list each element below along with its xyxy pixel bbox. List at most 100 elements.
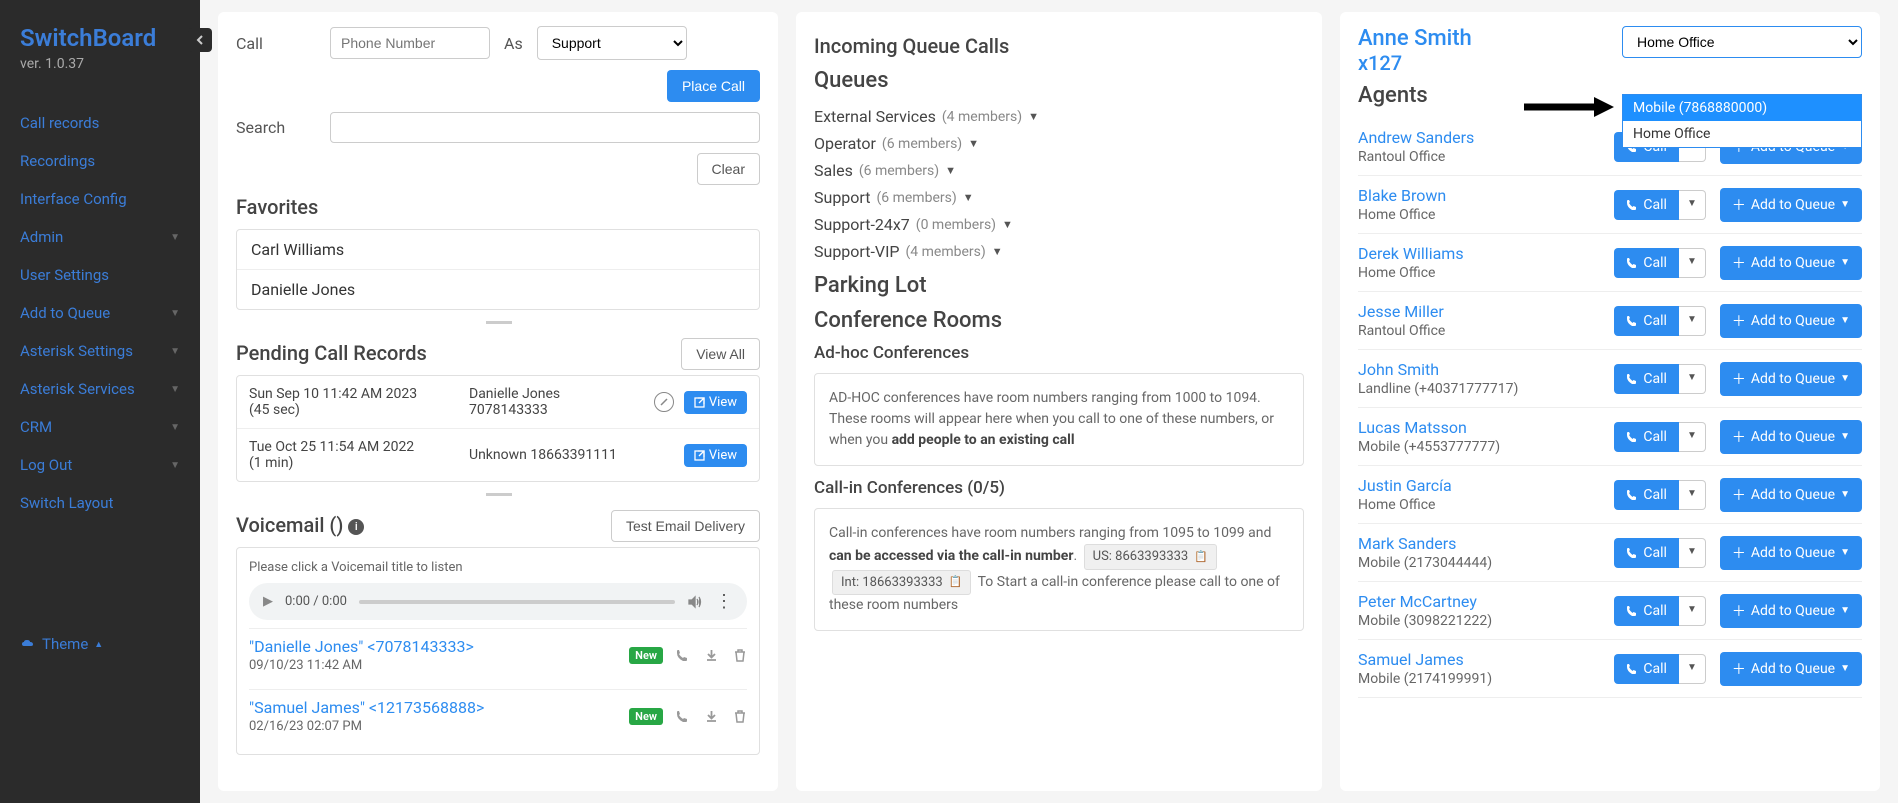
nav-item[interactable]: Recordings	[0, 142, 200, 180]
voicemail-title[interactable]: "Danielle Jones" <7078143333>	[249, 637, 629, 656]
call-button[interactable]: Call	[1614, 190, 1679, 220]
view-button[interactable]: View	[684, 391, 747, 414]
call-button[interactable]: Call	[1614, 538, 1679, 568]
test-email-button[interactable]: Test Email Delivery	[611, 510, 760, 542]
call-split-button[interactable]: ▼	[1679, 248, 1706, 278]
delete-icon[interactable]	[733, 648, 747, 663]
nav: Call recordsRecordingsInterface ConfigAd…	[0, 104, 200, 522]
as-select[interactable]: Support	[537, 26, 687, 60]
agent-name[interactable]: Blake Brown	[1358, 186, 1606, 205]
queue-item[interactable]: Support-24x7 (0 members) ▼	[814, 211, 1304, 238]
conference-heading: Conference Rooms	[814, 308, 1304, 333]
download-icon[interactable]	[704, 709, 719, 724]
caret-down-icon: ▼	[1840, 431, 1850, 442]
nav-item[interactable]: Asterisk Services▼	[0, 370, 200, 408]
nav-item[interactable]: Interface Config	[0, 180, 200, 218]
call-button[interactable]: Call	[1614, 248, 1679, 278]
info-icon[interactable]: i	[348, 519, 364, 535]
add-to-queue-button[interactable]: ＋Add to Queue ▼	[1720, 246, 1862, 280]
call-button[interactable]: Call	[1614, 596, 1679, 626]
search-input[interactable]	[330, 112, 760, 143]
agent-name[interactable]: Jesse Miller	[1358, 302, 1606, 321]
agent-name[interactable]: Mark Sanders	[1358, 534, 1606, 553]
nav-item[interactable]: Admin▼	[0, 218, 200, 256]
call-button[interactable]: Call	[1614, 654, 1679, 684]
add-to-queue-button[interactable]: ＋Add to Queue ▼	[1720, 188, 1862, 222]
agent-name[interactable]: Peter McCartney	[1358, 592, 1606, 611]
call-button[interactable]: Call	[1614, 306, 1679, 336]
queue-item[interactable]: External Services (4 members) ▼	[814, 103, 1304, 130]
call-split-button[interactable]: ▼	[1679, 596, 1706, 626]
queue-item[interactable]: Sales (6 members) ▼	[814, 157, 1304, 184]
call-split-button[interactable]: ▼	[1679, 480, 1706, 510]
call-split-button[interactable]: ▼	[1679, 422, 1706, 452]
agent-name[interactable]: Andrew Sanders	[1358, 128, 1606, 147]
agent-name[interactable]: Samuel James	[1358, 650, 1606, 669]
call-split-button[interactable]: ▼	[1679, 538, 1706, 568]
location-option-home[interactable]: Home Office	[1623, 121, 1861, 147]
nav-item[interactable]: Asterisk Settings▼	[0, 332, 200, 370]
favorite-item[interactable]: Carl Williams	[237, 230, 759, 270]
nav-item[interactable]: User Settings	[0, 256, 200, 294]
call-button[interactable]: Call	[1614, 364, 1679, 394]
audio-time: 0:00 / 0:00	[285, 594, 347, 609]
call-split-button[interactable]: ▼	[1679, 190, 1706, 220]
add-to-queue-button[interactable]: ＋Add to Queue ▼	[1720, 594, 1862, 628]
queue-item[interactable]: Support (6 members) ▼	[814, 184, 1304, 211]
queue-item[interactable]: Operator (6 members) ▼	[814, 130, 1304, 157]
view-all-button[interactable]: View All	[681, 338, 760, 370]
volume-icon[interactable]	[687, 595, 703, 609]
agent-name[interactable]: John Smith	[1358, 360, 1606, 379]
pending-date: Tue Oct 25 11:54 AM 2022(1 min)	[249, 439, 459, 471]
phone-input[interactable]	[330, 27, 490, 59]
nav-item[interactable]: Switch Layout	[0, 484, 200, 522]
call-button[interactable]: Call	[1614, 480, 1679, 510]
favorite-item[interactable]: Danielle Jones	[237, 270, 759, 309]
place-call-button[interactable]: Place Call	[667, 70, 760, 102]
call-button[interactable]: Call	[1614, 422, 1679, 452]
add-to-queue-button[interactable]: ＋Add to Queue ▼	[1720, 652, 1862, 686]
plus-icon: ＋	[1732, 195, 1746, 215]
nav-item[interactable]: Call records	[0, 104, 200, 142]
call-back-icon[interactable]	[675, 709, 690, 724]
location-option-mobile[interactable]: Mobile (7868880000)	[1623, 95, 1861, 121]
call-back-icon[interactable]	[675, 648, 690, 663]
add-to-queue-button[interactable]: ＋Add to Queue ▼	[1720, 478, 1862, 512]
view-button[interactable]: View	[684, 444, 747, 467]
call-split-button[interactable]: ▼	[1679, 654, 1706, 684]
clear-button[interactable]: Clear	[697, 153, 760, 185]
agent-name[interactable]: Lucas Matsson	[1358, 418, 1606, 437]
drag-handle[interactable]: ▬▬▬	[236, 316, 760, 327]
delete-icon[interactable]	[733, 709, 747, 724]
agent-name[interactable]: Justin García	[1358, 476, 1606, 495]
drag-handle[interactable]: ▬▬▬	[236, 488, 760, 499]
nav-item[interactable]: CRM▼	[0, 408, 200, 446]
new-badge: New	[629, 708, 663, 725]
add-to-queue-button[interactable]: ＋Add to Queue ▼	[1720, 362, 1862, 396]
call-split-button[interactable]: ▼	[1679, 364, 1706, 394]
kebab-icon[interactable]: ⋮	[715, 591, 733, 612]
audio-track[interactable]	[359, 600, 675, 604]
user-header: Anne Smith x127 Home Office	[1358, 26, 1862, 75]
call-split-button[interactable]: ▼	[1679, 306, 1706, 336]
add-to-queue-button[interactable]: ＋Add to Queue ▼	[1720, 420, 1862, 454]
location-select[interactable]: Home Office	[1622, 26, 1862, 58]
copy-icon[interactable]: 📋	[1194, 549, 1208, 566]
agent-name[interactable]: Derek Williams	[1358, 244, 1606, 263]
sidebar-collapse-button[interactable]	[188, 28, 212, 52]
copy-icon[interactable]: 📋	[949, 574, 963, 591]
audio-player[interactable]: ▶ 0:00 / 0:00 ⋮	[249, 583, 747, 620]
add-to-queue-button[interactable]: ＋Add to Queue ▼	[1720, 536, 1862, 570]
play-icon[interactable]: ▶	[263, 594, 273, 609]
agent-row: Samuel James Mobile (2174199991) Call ▼ …	[1358, 640, 1862, 698]
queue-members: (6 members)	[882, 136, 962, 152]
search-label: Search	[236, 118, 316, 137]
voicemail-title[interactable]: "Samuel James" <12173568888>	[249, 698, 629, 717]
nav-item[interactable]: Add to Queue▼	[0, 294, 200, 332]
theme-menu[interactable]: Theme ▲	[0, 625, 200, 663]
add-to-queue-button[interactable]: ＋Add to Queue ▼	[1720, 304, 1862, 338]
download-icon[interactable]	[704, 648, 719, 663]
voicemail-box: Please click a Voicemail title to listen…	[236, 547, 760, 755]
queue-item[interactable]: Support-VIP (4 members) ▼	[814, 238, 1304, 265]
nav-item[interactable]: Log Out▼	[0, 446, 200, 484]
